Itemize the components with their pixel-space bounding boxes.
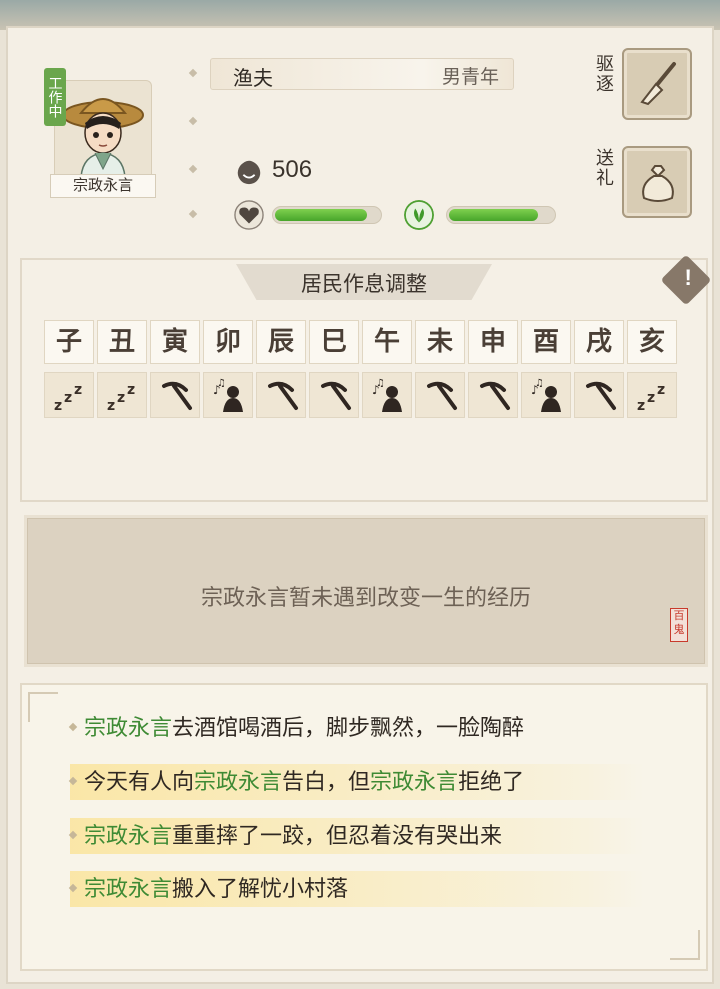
diamond-bullet	[68, 722, 78, 732]
activity-slot-work[interactable]	[256, 372, 306, 418]
hour-cell: 寅	[150, 320, 200, 364]
activity-slot-work[interactable]	[574, 372, 624, 418]
hour-cell: 酉	[521, 320, 571, 364]
log-text: 拒绝了	[458, 769, 525, 794]
heart-health-icon	[234, 200, 264, 230]
activity-slot-work[interactable]	[468, 372, 518, 418]
gift-bag-icon	[642, 165, 674, 202]
resident-name-mention: 宗政永言	[84, 715, 173, 740]
hour-cell: 戌	[574, 320, 624, 364]
hour-cell: 申	[468, 320, 518, 364]
diamond-bullet	[68, 776, 78, 786]
hour-cell: 未	[415, 320, 465, 364]
expel-label: 驱逐	[596, 54, 614, 94]
svg-text:z: z	[64, 390, 72, 406]
log-text: 告白，但	[282, 769, 371, 794]
log-entry: 今天有人向宗政永言告白，但宗政永言拒绝了	[68, 764, 644, 800]
svg-text:z: z	[127, 382, 135, 398]
svg-text:z: z	[657, 382, 665, 398]
job-title: 渔夫	[233, 68, 273, 90]
svg-text:z: z	[647, 390, 655, 406]
svg-text:z: z	[74, 382, 82, 398]
leaf-happiness-icon	[404, 200, 434, 230]
log-entry: 宗政永言搬入了解忧小村落	[68, 871, 644, 907]
svg-text:♫: ♫	[217, 378, 226, 389]
hour-cell: 丑	[97, 320, 147, 364]
working-status-tag: 工作中	[44, 68, 66, 126]
activity-slot-leisure[interactable]: ♪ ♫	[362, 372, 412, 418]
activity-slot-leisure[interactable]: ♪ ♫	[521, 372, 571, 418]
hour-cell: 子	[44, 320, 94, 364]
sleep-icon: zzz	[637, 382, 665, 414]
seal-stamp: 百鬼	[670, 608, 688, 642]
pickaxe-icon	[162, 381, 192, 410]
life-experience-text: 宗政永言暂未遇到改变一生的经历	[200, 585, 531, 610]
activity-slot-sleep[interactable]: zzz	[97, 372, 147, 418]
log-text: 搬入了解忧小村落	[172, 876, 349, 901]
diamond-bullet	[68, 830, 78, 840]
log-text: 重重摔了一跤，但忍着没有哭出来	[172, 823, 503, 848]
log-entry: 宗政永言去酒馆喝酒后，脚步飘然，一脸陶醉	[68, 710, 644, 746]
schedule-title: 居民作息调整	[301, 273, 427, 296]
activity-slot-sleep[interactable]: zzz	[627, 372, 677, 418]
coin-count: 506	[272, 156, 313, 183]
pickaxe-icon	[480, 381, 510, 410]
resident-portrait[interactable]	[54, 80, 152, 182]
corner-ornament	[670, 930, 700, 960]
resident-name-plate: 宗政永言	[50, 174, 156, 198]
log-text: 今天有人向	[84, 769, 195, 794]
happiness-bar	[446, 206, 556, 224]
resident-name-mention: 宗政永言	[84, 823, 173, 848]
svg-text:z: z	[637, 398, 645, 414]
svg-text:z: z	[107, 398, 115, 414]
sleep-icon: zzz	[107, 382, 135, 414]
activity-slot-work[interactable]	[415, 372, 465, 418]
log-entry: 宗政永言重重摔了一跤，但忍着没有哭出来	[68, 818, 644, 854]
leisure-music-icon: ♪♫	[372, 378, 402, 412]
gift-label: 送礼	[596, 148, 614, 188]
pickaxe-icon	[586, 381, 616, 410]
hour-cell: 卯	[203, 320, 253, 364]
health-bar-fill	[275, 209, 367, 221]
hour-cell: 亥	[627, 320, 677, 364]
gift-button[interactable]	[622, 146, 692, 218]
leisure-music-icon: ♪♫	[213, 378, 243, 412]
hour-cell: 午	[362, 320, 412, 364]
warning-icon: !	[684, 264, 692, 290]
job-info-bar: 渔夫 男青年	[210, 58, 514, 90]
log-text: 去酒馆喝酒后，脚步飘然，一脸陶醉	[172, 715, 525, 740]
activity-slot-work[interactable]	[309, 372, 359, 418]
resident-name-mention: 宗政永言	[84, 876, 173, 901]
pickaxe-icon	[321, 381, 351, 410]
resident-name-mention: 宗政永言	[370, 769, 459, 794]
leisure-music-icon: ♪♫	[531, 378, 561, 412]
avatar	[62, 98, 144, 177]
resident-type: 男青年	[441, 67, 499, 88]
pickaxe-icon	[427, 381, 457, 410]
health-bar	[272, 206, 382, 224]
svg-text:♫: ♫	[535, 378, 544, 389]
activity-row: z z z z z z ♪ ♫ ♪ ♫ ♪ ♫ z z z	[44, 372, 677, 418]
svg-text:♫: ♫	[376, 378, 385, 389]
activity-slot-sleep[interactable]: zzz	[44, 372, 94, 418]
broom-icon	[640, 62, 676, 106]
hour-row: 子丑寅卯辰巳午未申酉戌亥	[44, 320, 677, 364]
hour-cell: 辰	[256, 320, 306, 364]
sleep-icon: zzz	[54, 382, 82, 414]
happiness-bar-fill	[449, 209, 538, 221]
coin-pouch-icon	[237, 160, 261, 185]
activity-slot-leisure[interactable]: ♪ ♫	[203, 372, 253, 418]
svg-text:z: z	[54, 398, 62, 414]
corner-ornament	[28, 692, 58, 722]
expel-button[interactable]	[622, 48, 692, 120]
resident-name-mention: 宗政永言	[194, 769, 283, 794]
hour-cell: 巳	[309, 320, 359, 364]
pickaxe-icon	[268, 381, 298, 410]
svg-text:z: z	[117, 390, 125, 406]
diamond-bullet	[68, 883, 78, 893]
activity-slot-work[interactable]	[150, 372, 200, 418]
